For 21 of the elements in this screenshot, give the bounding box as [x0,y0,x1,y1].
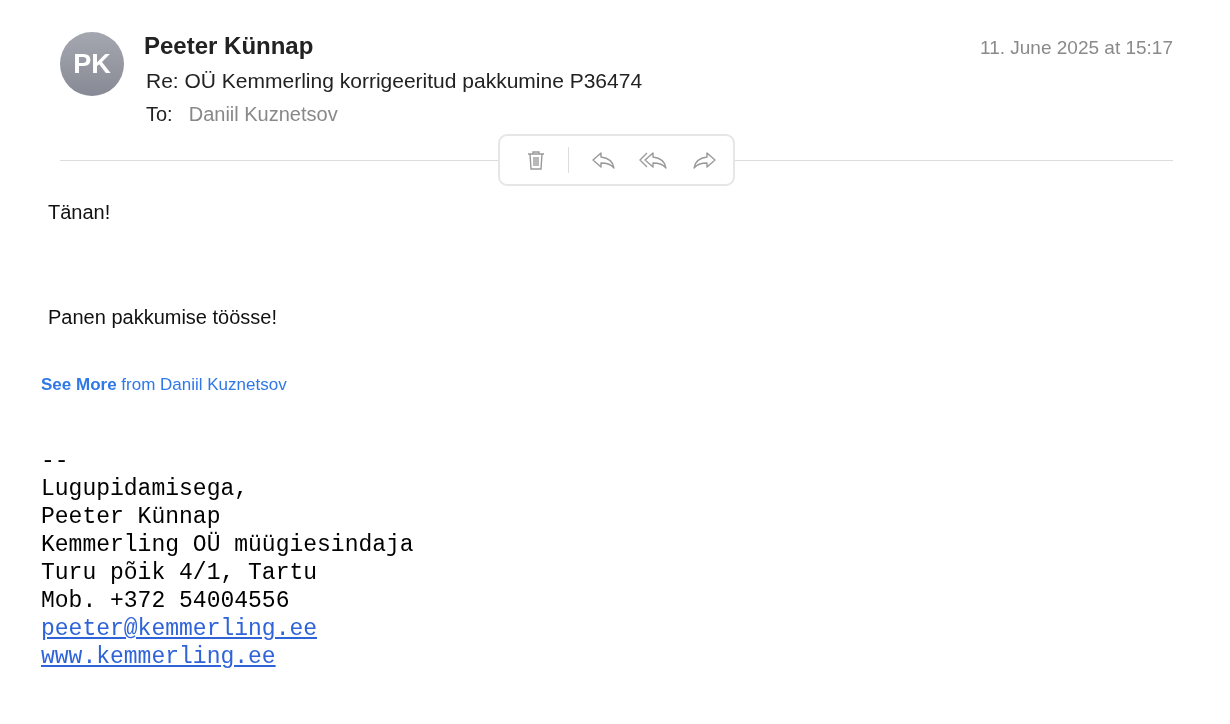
reply-all-icon[interactable] [639,150,669,170]
forward-icon[interactable] [691,150,717,170]
signature-line: Kemmerling OÜ müügiesindaja [41,531,414,559]
message-paragraph: Tänan! [48,200,112,225]
message-paragraph: Panen pakkumise töösse! [48,305,279,330]
avatar: PK [60,32,124,96]
subject: Re: OÜ Kemmerling korrigeeritud pakkumine P36474 [146,69,644,93]
date: 11. June 2025 at 15:17 [980,37,1173,59]
sender-name: Peeter Künnap [144,32,314,60]
reply-icon[interactable] [591,150,617,170]
see-more-link[interactable]: See More from Daniil Kuznetsov [41,375,287,395]
signature-line: Turu põik 4/1, Tartu [41,559,318,587]
trash-icon[interactable] [526,149,546,171]
signature-line: Peeter Künnap [41,503,221,531]
signature-link[interactable]: www.kemmerling.ee [41,643,276,671]
signature-line: -- [41,447,69,475]
signature-link[interactable]: peeter@kemmerling.ee [41,615,318,643]
recipient: Daniil Kuznetsov [188,103,338,125]
signature-line: Lugupidamisega, [41,475,249,503]
to-label: To: [146,103,173,125]
signature-line: Mob. +372 54004556 [41,587,290,615]
